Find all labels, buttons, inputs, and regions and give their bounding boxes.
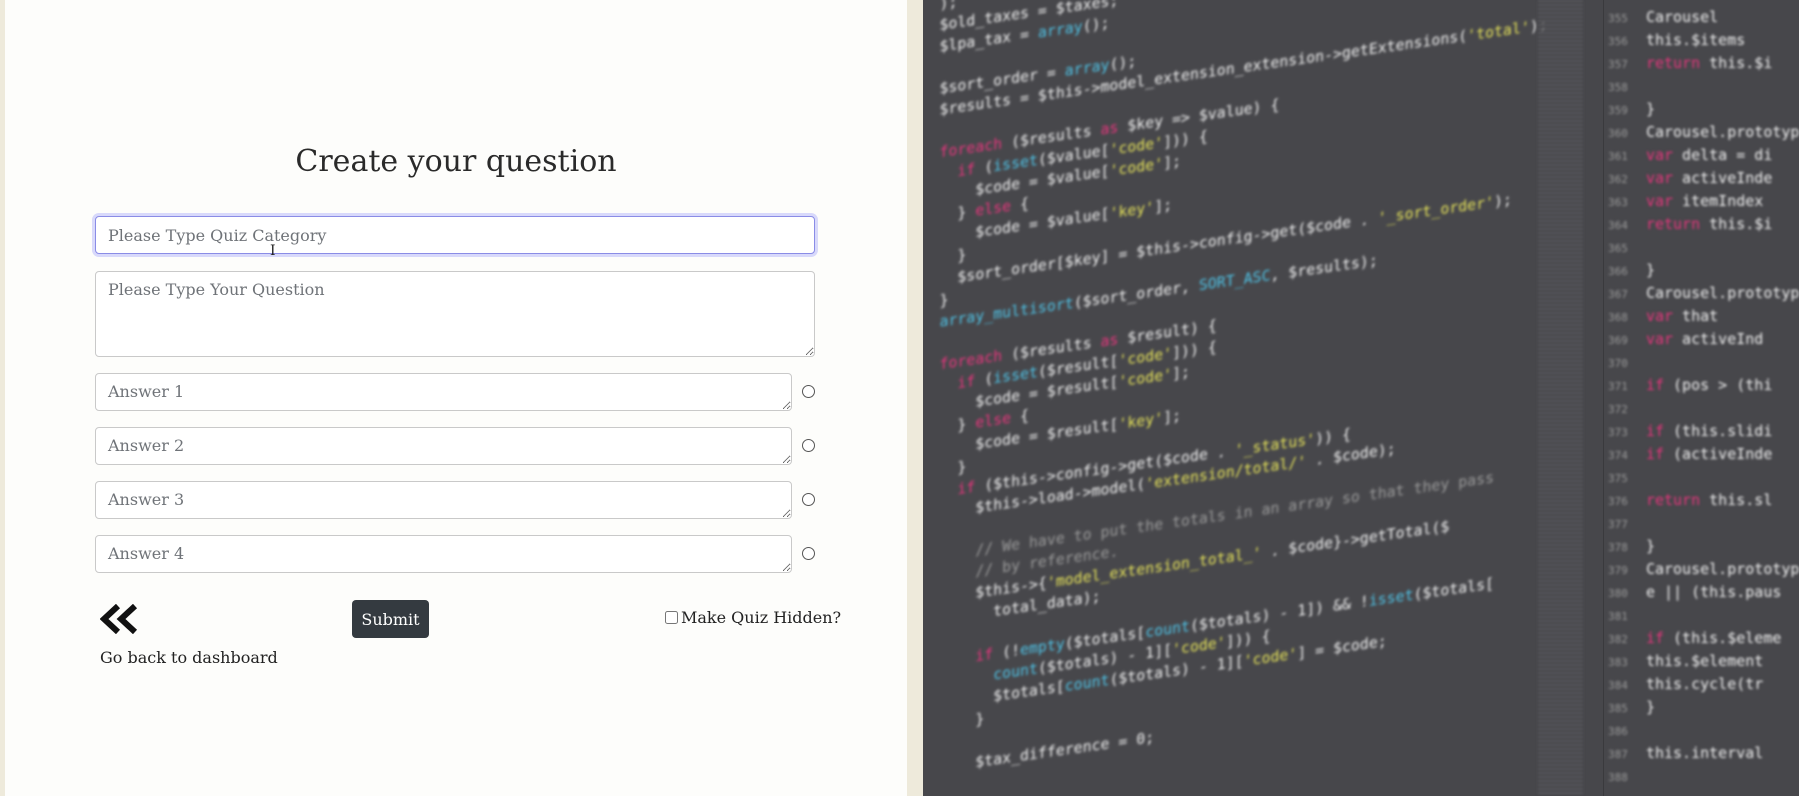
- make-quiz-hidden-label: Make Quiz Hidden?: [681, 608, 842, 627]
- answer-1-radio[interactable]: [802, 385, 815, 398]
- text-cursor-icon: I: [270, 243, 276, 259]
- code-line: 384 this.cycle(tr: [1608, 675, 1764, 693]
- answer-2-input[interactable]: [95, 427, 792, 465]
- code-line: 355 Carousel: [1608, 8, 1719, 26]
- answer-1-input[interactable]: [95, 373, 792, 411]
- code-line: 376 return this.sl: [1608, 491, 1773, 509]
- code-line: 362 var activeInde: [1608, 169, 1773, 187]
- code-line: 364 return this.$i: [1608, 215, 1773, 233]
- code-line: 381: [1608, 610, 1628, 623]
- back-to-dashboard-link[interactable]: Go back to dashboard: [100, 648, 278, 667]
- code-line: 373 if (this.slidi: [1608, 422, 1773, 440]
- form-panel: Create your question I Go back to dashbo…: [5, 0, 907, 796]
- code-minimap: [1538, 0, 1583, 796]
- code-line: 357 return this.$i: [1608, 54, 1773, 72]
- page-title: Create your question: [295, 144, 617, 179]
- answer-4-input[interactable]: [95, 535, 792, 573]
- quiz-category-input[interactable]: [95, 216, 815, 254]
- code-line: 369 var activeInd: [1608, 330, 1764, 348]
- code-line: 377: [1608, 518, 1628, 531]
- code-line: 360 Carousel.prototyp: [1608, 123, 1799, 141]
- code-line: 368 var that: [1608, 307, 1719, 325]
- answer-3-radio[interactable]: [802, 493, 815, 506]
- code-line: 379 Carousel.prototyp: [1608, 560, 1799, 578]
- code-background-image: 178 'total179 );180 $old_taxes = $taxes;…: [923, 0, 1799, 796]
- submit-button[interactable]: Submit: [352, 600, 429, 638]
- code-line: 385 }: [1608, 698, 1655, 716]
- code-line: 365: [1608, 242, 1628, 255]
- code-line: 356 this.$items: [1608, 31, 1746, 49]
- code-line: 372: [1608, 403, 1628, 416]
- code-line: 367 Carousel.prototyp: [1608, 284, 1799, 302]
- code-line: 366 }: [1608, 261, 1655, 279]
- code-line: 382 if (this.$eleme: [1608, 629, 1782, 647]
- answer-4-radio[interactable]: [802, 547, 815, 560]
- code-editor-right: 355 Carousel 356 this.$items 357 return th…: [1603, 0, 1799, 796]
- code-line: 215 $tax_difference = 0;: [939, 728, 1155, 777]
- code-line: 370: [1608, 357, 1628, 370]
- code-line: 359 }: [1608, 100, 1655, 118]
- code-line: 386: [1608, 725, 1628, 738]
- code-line: 358: [1608, 81, 1628, 94]
- code-line: 383 this.$element: [1608, 652, 1764, 670]
- code-line: 361 var delta = di: [1608, 146, 1773, 164]
- code-line: 378 }: [1608, 537, 1655, 555]
- code-line: 371 if (pos > (thi: [1608, 376, 1773, 394]
- code-line: 213 }: [939, 709, 985, 734]
- code-line: 363 var itemIndex: [1608, 192, 1764, 210]
- answer-3-input[interactable]: [95, 481, 792, 519]
- code-line: 388: [1608, 771, 1628, 784]
- code-line: 375: [1608, 472, 1628, 485]
- code-line: 380 e || (this.paus: [1608, 583, 1782, 601]
- code-line: 387 this.interval: [1608, 744, 1764, 762]
- code-line: 374 if (activeInde: [1608, 445, 1773, 463]
- make-quiz-hidden-option[interactable]: Make Quiz Hidden?: [665, 608, 841, 627]
- answer-2-radio[interactable]: [802, 439, 815, 452]
- make-quiz-hidden-checkbox[interactable]: [665, 611, 678, 624]
- double-chevron-left-icon[interactable]: [100, 604, 140, 634]
- question-textarea[interactable]: [95, 271, 815, 357]
